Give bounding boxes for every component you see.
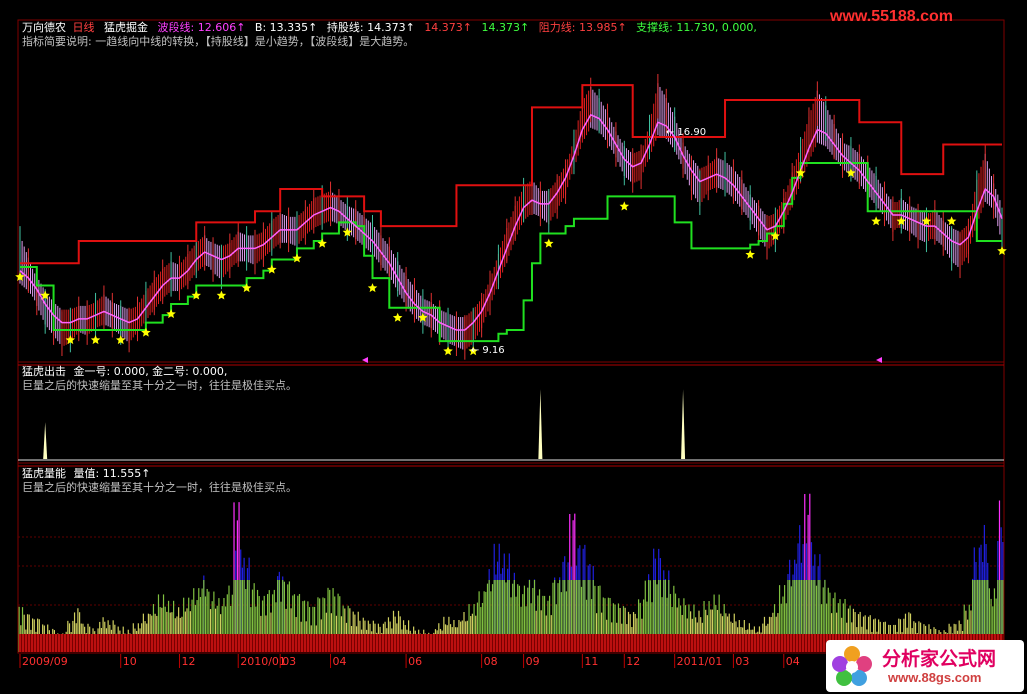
volume-header: 猛虎量能 量值: 11.555↑ [22, 467, 150, 480]
date-label: 03 [735, 655, 749, 668]
signal-values: 金一号: 0.000, 金二号: 0.000, [73, 365, 228, 378]
flower-icon [832, 646, 872, 686]
date-label: 10 [123, 655, 137, 668]
logo-name: 分析家公式网 [882, 649, 997, 670]
stock-name: 万向德农 [22, 21, 66, 34]
indicator-note: 指标简要说明: 一趋线向中线的转换，【持股线】是小趋势，【波段线】是大趋势。 [22, 35, 415, 48]
date-label: 2010/01 [240, 655, 286, 668]
stock-chart[interactable]: ← 16.90← 9.16 2009/09 10 12 2010/0103 04 06 08… [0, 0, 1027, 694]
volume-title: 猛虎量能 [22, 467, 66, 480]
signal-title: 猛虎出击 [22, 365, 66, 378]
date-label: 04 [786, 655, 800, 668]
peak-annotation: ← 16.90 [666, 127, 706, 138]
logo-url: www.88gs.com [888, 670, 982, 685]
date-label: 09 [526, 655, 540, 668]
date-label: 2011/01 [677, 655, 723, 668]
chart-background [0, 0, 1027, 694]
band-line-value: 波段线: 12.606↑ [157, 21, 246, 34]
site-logo: 分析家公式网 www.88gs.com [826, 640, 1024, 692]
green-value: 14.373↑ [481, 21, 530, 34]
signal-header: 猛虎出击 金一号: 0.000, 金二号: 0.000, [22, 365, 227, 378]
date-label: 2009/09 [22, 655, 68, 668]
date-label: 03 [282, 655, 296, 668]
volume-value: 量值: 11.555↑ [73, 467, 151, 480]
b-value: B: 13.335↑ [254, 21, 318, 34]
date-label: 12 [181, 655, 195, 668]
date-label: 06 [408, 655, 422, 668]
hold-line-value: 持股线: 14.373↑ [326, 21, 415, 34]
signal-note: 巨量之后的快速缩量至其十分之一时，往往是极佳买点。 [22, 379, 297, 392]
chart-header: 万向德农 日线 猛虎掘金 波段线: 12.606↑ B: 13.335↑ 持股线… [22, 21, 757, 34]
red-value: 14.373↑ [424, 21, 473, 34]
date-label: 12 [626, 655, 640, 668]
date-label: 11 [584, 655, 598, 668]
resistance-value: 阻力线: 13.985↑ [538, 21, 627, 34]
date-label: 08 [484, 655, 498, 668]
date-label: 04 [333, 655, 347, 668]
support-value: 支撑线: 11.730, 0.000, [636, 21, 757, 34]
top-watermark: www.55188.com [830, 8, 954, 25]
volume-note: 巨量之后的快速缩量至其十分之一时，往往是极佳买点。 [22, 481, 297, 494]
trough-annotation: ← 9.16 [471, 345, 505, 356]
period-label[interactable]: 日线 [73, 21, 95, 34]
indicator-name: 猛虎掘金 [104, 21, 148, 34]
